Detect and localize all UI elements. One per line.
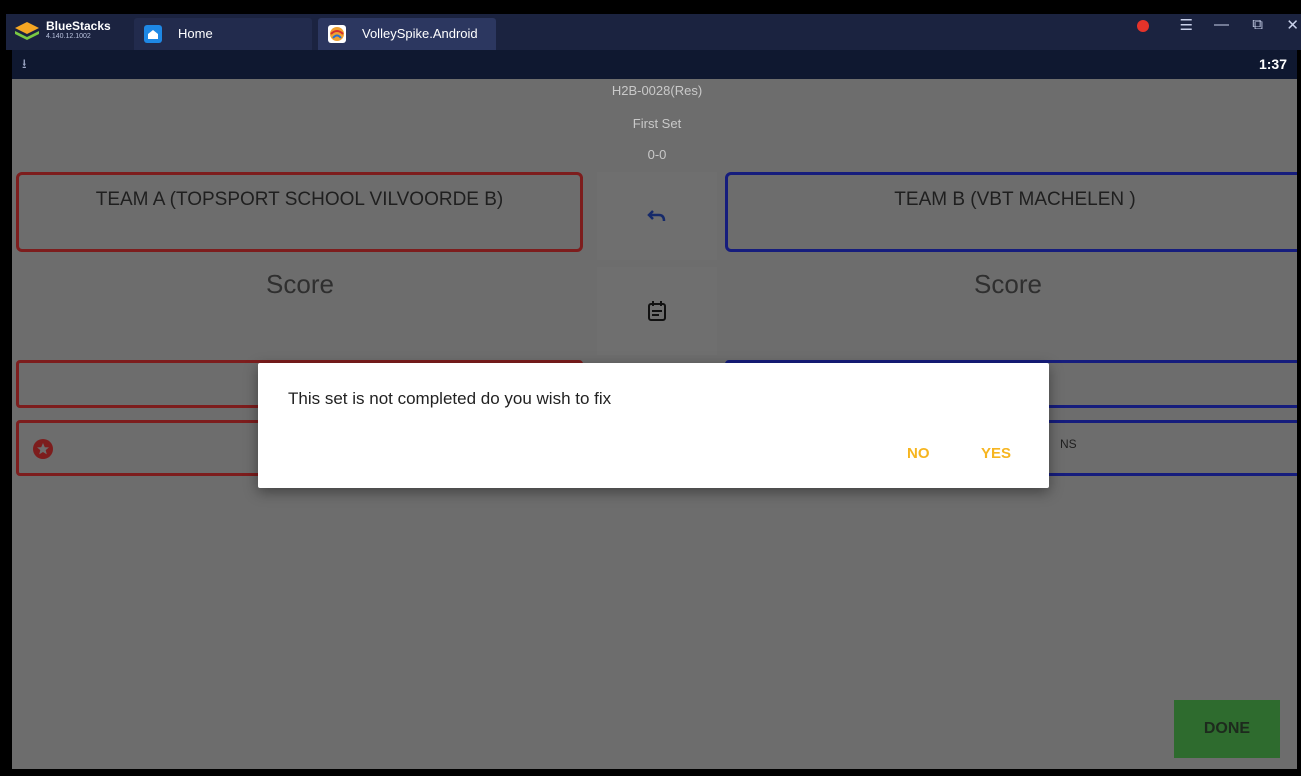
brand-version: 4.140.12.1002	[46, 33, 91, 40]
android-status-bar: ⭳ 1:37	[12, 50, 1297, 79]
team-a-score-label: Score	[266, 269, 334, 299]
star-badge-icon	[33, 439, 53, 459]
calendar-note-icon	[648, 301, 666, 321]
yes-button[interactable]: YES	[981, 445, 1011, 462]
tab-home[interactable]: Home	[134, 18, 312, 50]
emulator-window: BlueStacks 4.140.12.1002 Home VolleySpik…	[0, 0, 1301, 776]
event-log-button[interactable]	[597, 267, 717, 355]
minimize-icon[interactable]: —	[1214, 16, 1229, 33]
menu-icon[interactable]: ☰	[1180, 16, 1193, 34]
clock: 1:37	[1258, 56, 1287, 72]
home-icon	[144, 25, 162, 43]
download-icon: ⭳	[22, 56, 27, 71]
tab-home-label: Home	[178, 26, 213, 41]
team-b-row-2-label: NS	[1060, 437, 1077, 451]
close-icon[interactable]: ✕	[1286, 16, 1299, 34]
undo-button[interactable]	[597, 172, 717, 260]
team-a-name: TEAM A (TOPSPORT SCHOOL VILVOORDE B)	[95, 189, 504, 210]
undo-icon	[647, 210, 666, 222]
notification-icon[interactable]	[1137, 20, 1149, 32]
restore-icon[interactable]: ⧉	[1252, 16, 1263, 33]
done-button[interactable]: DONE	[1174, 700, 1280, 758]
team-b-button[interactable]: TEAM B (VBT MACHELEN )	[725, 172, 1297, 252]
dialog-message: This set is not completed do you wish to…	[288, 389, 612, 408]
app-icon	[328, 25, 346, 43]
tab-app-label: VolleySpike.Android	[362, 26, 478, 41]
team-b-score-label: Score	[974, 269, 1042, 299]
no-button[interactable]: NO	[907, 445, 930, 462]
tab-volleyspike[interactable]: VolleySpike.Android	[318, 18, 496, 50]
team-a-button[interactable]: TEAM A (TOPSPORT SCHOOL VILVOORDE B)	[16, 172, 583, 252]
title-bar: BlueStacks 4.140.12.1002 Home VolleySpik…	[6, 14, 1301, 50]
bluestacks-logo-icon	[15, 22, 39, 40]
confirm-dialog: This set is not completed do you wish to…	[258, 363, 1049, 488]
set-label: First Set	[632, 116, 682, 131]
team-b-name: TEAM B (VBT MACHELEN )	[894, 189, 1136, 210]
match-code: H2B-0028(Res)	[611, 83, 703, 98]
set-score: 0-0	[647, 147, 667, 162]
brand-name: BlueStacks	[46, 19, 111, 33]
